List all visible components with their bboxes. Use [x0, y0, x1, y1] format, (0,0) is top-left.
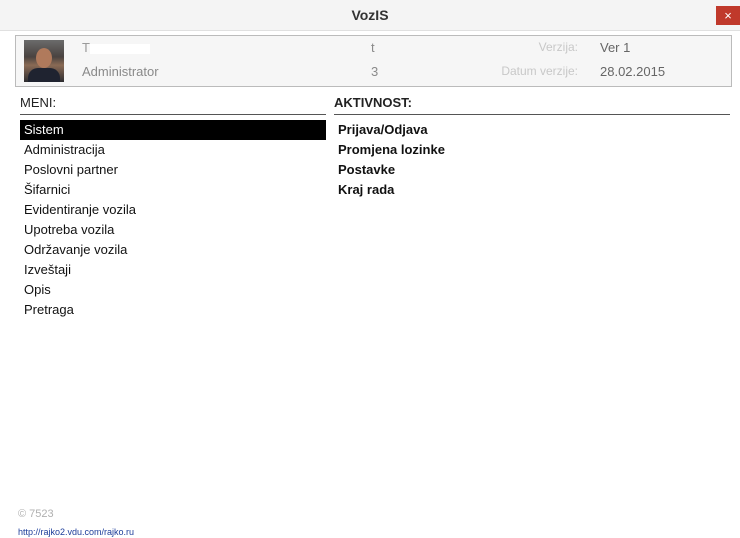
activity-list: Prijava/Odjava Promjena lozinke Postavke Kr… — [334, 120, 730, 200]
title-bar: VozIS × — [0, 0, 740, 31]
menu-panel: MENI: Sistem Administracija Poslovni partn… — [20, 94, 326, 494]
version-value: Ver 1 — [600, 40, 631, 55]
avatar — [24, 40, 64, 82]
footer-link[interactable]: http://rajko2.vdu.com/rajko.ru — [18, 527, 134, 537]
activity-panel: AKTIVNOST: Prijava/Odjava Promjena lozink… — [334, 94, 730, 494]
activity-item[interactable]: Prijava/Odjava — [334, 120, 730, 140]
avatar-face — [36, 48, 52, 68]
user-name-text: T — [82, 40, 90, 55]
activity-item[interactable]: Postavke — [334, 160, 730, 180]
menu-item[interactable]: Šifarnici — [20, 180, 326, 200]
activity-heading: AKTIVNOST: — [334, 94, 730, 115]
menu-item[interactable]: Sistem — [20, 120, 326, 140]
activity-item[interactable]: Kraj rada — [334, 180, 730, 200]
activity-item[interactable]: Promjena lozinke — [334, 140, 730, 160]
header-value-2: 3 — [371, 64, 379, 79]
footer-code: © 7523 — [18, 508, 54, 520]
version-label: Verzija: — [538, 40, 578, 54]
version-date-label: Datum verzije: — [501, 64, 578, 78]
menu-item[interactable]: Opis — [20, 280, 326, 300]
user-info-header: T Administrator t 3 Verzija: Ver 1 Datum… — [15, 35, 732, 87]
menu-item[interactable]: Održavanje vozila — [20, 240, 326, 260]
user-role: Administrator — [82, 64, 159, 79]
window-title: VozIS — [351, 7, 389, 23]
app-window: VozIS × T Administrator t 3 Verzija: Ver… — [0, 0, 740, 538]
version-date-value: 28.02.2015 — [600, 64, 666, 79]
menu-item[interactable]: Pretraga — [20, 300, 326, 320]
menu-item[interactable]: Administracija — [20, 140, 326, 160]
close-button[interactable]: × — [716, 6, 740, 25]
menu-item[interactable]: Izveštaji — [20, 260, 326, 280]
redacted-name — [89, 43, 150, 54]
menu-item[interactable]: Evidentiranje vozila — [20, 200, 326, 220]
menu-heading: MENI: — [20, 94, 326, 115]
menu-item[interactable]: Poslovni partner — [20, 160, 326, 180]
avatar-shirt — [28, 68, 60, 82]
menu-item[interactable]: Upotreba vozila — [20, 220, 326, 240]
header-value-1: t — [371, 40, 375, 55]
menu-list: Sistem Administracija Poslovni partner Šifa… — [20, 120, 326, 320]
user-name: T — [82, 40, 150, 55]
